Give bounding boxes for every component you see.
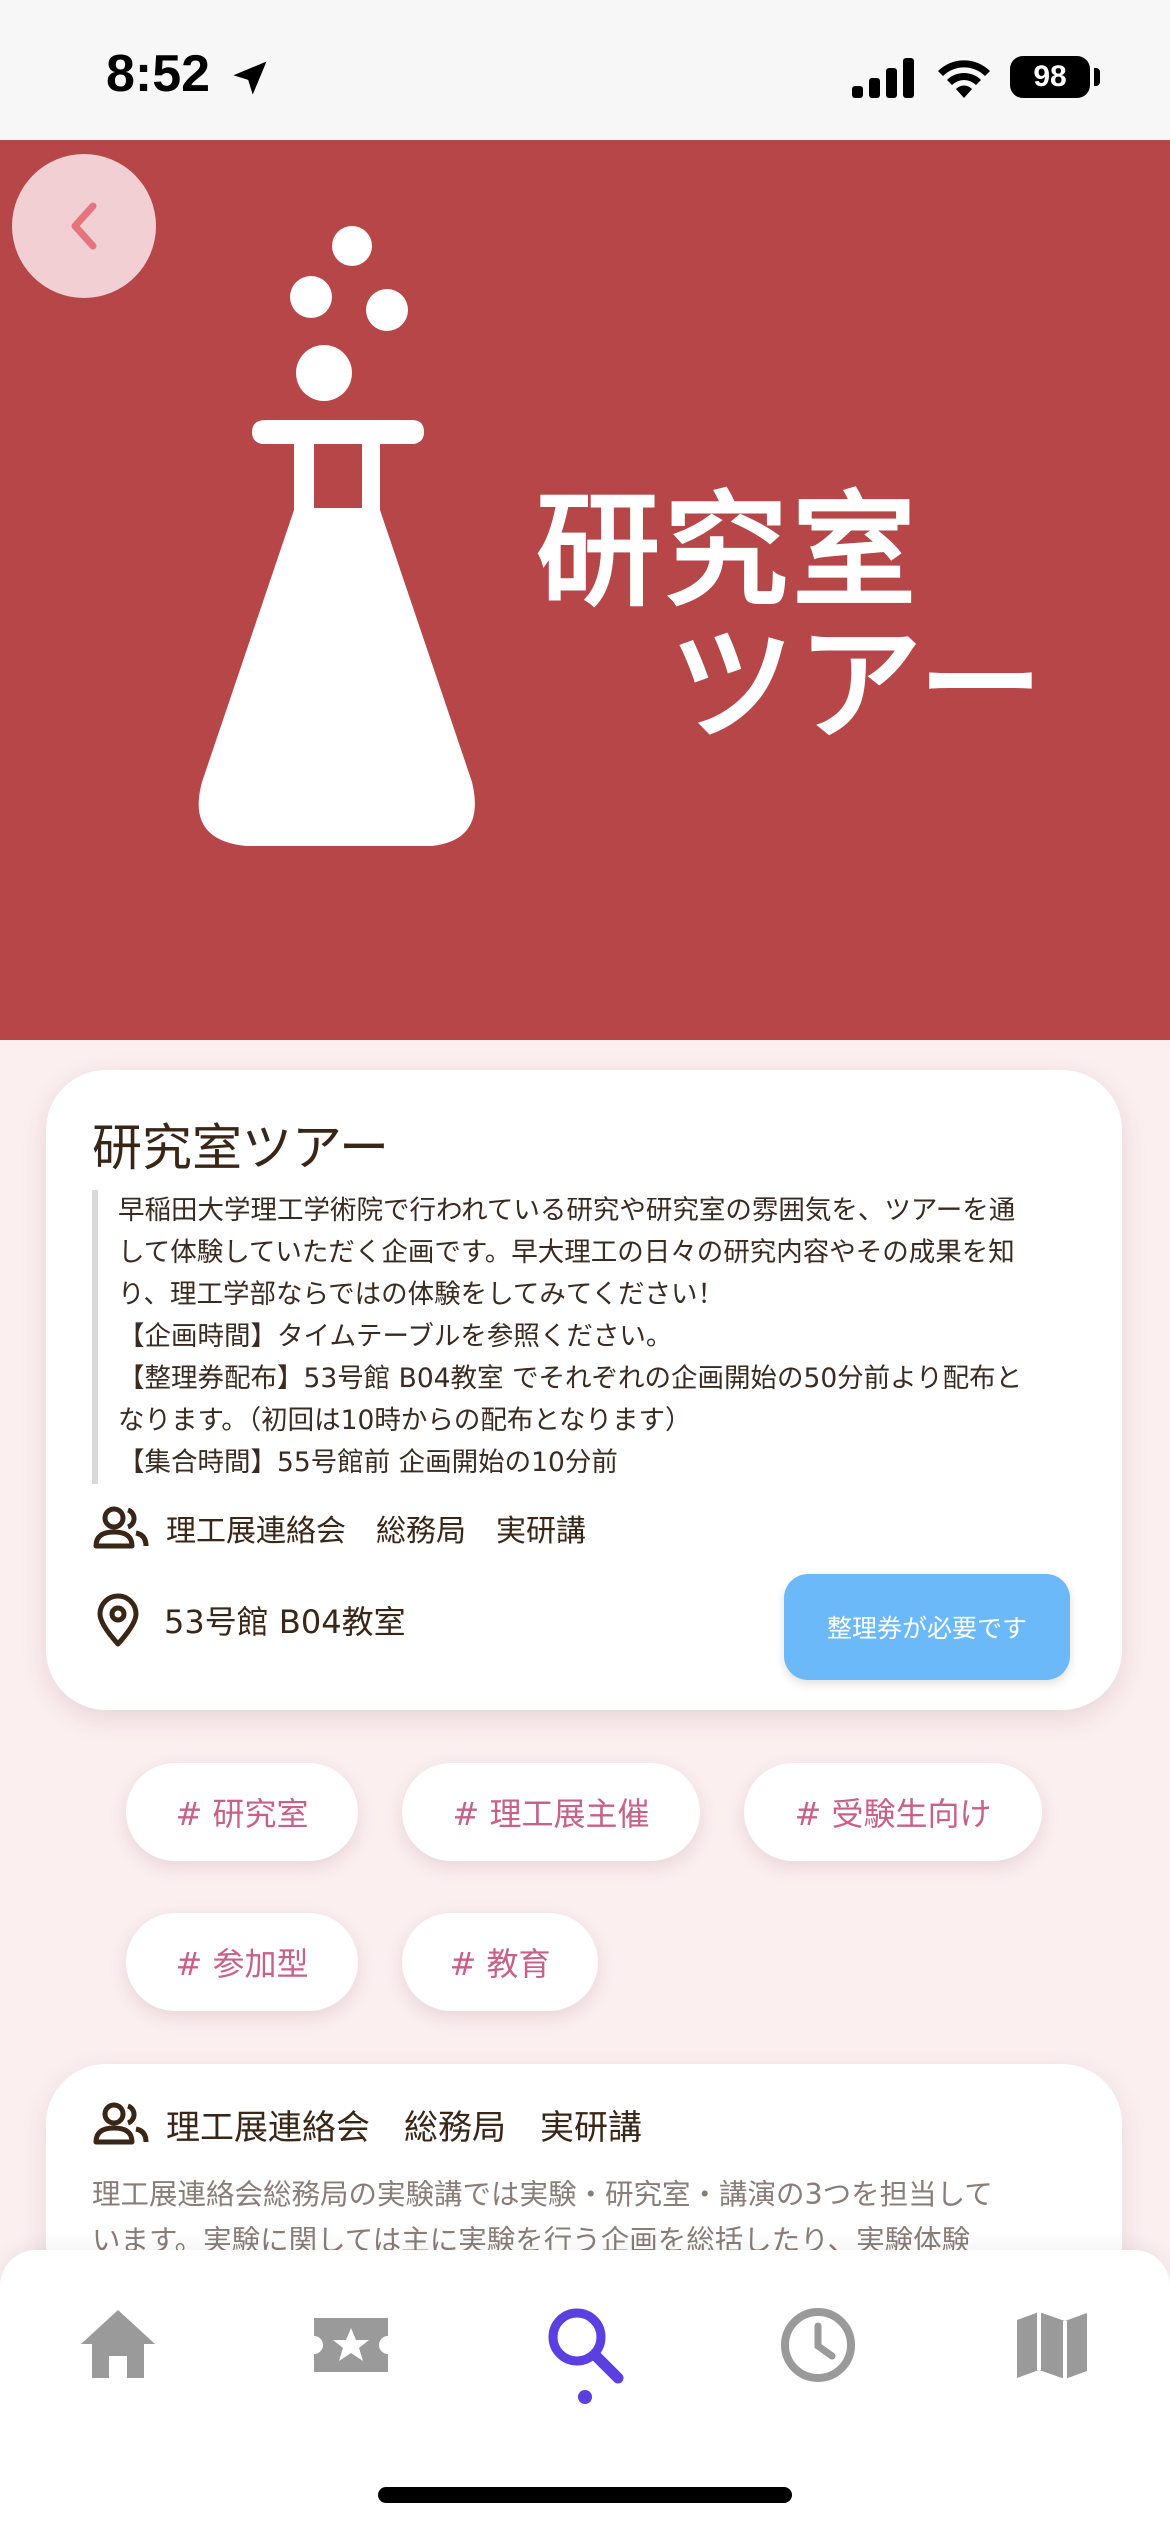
organizer-row: 理工展連絡会 総務局 実研講 [92,1502,586,1554]
chevron-left-icon [71,202,97,250]
people-icon [93,2102,149,2145]
home-icon [81,2310,155,2378]
organizer-description-line: 理工展連絡会総務局の実験講では実験・研究室・講演の3つを担当して [92,2178,993,2211]
tab-search[interactable] [530,2290,640,2400]
event-description: 早稲田大学理工学術院で行われている研究や研究室の雰囲気を、ツアーを通 して体験し… [92,1190,1092,1484]
event-title: 研究室ツアー [92,1119,389,1177]
search-icon [548,2308,624,2384]
organizer-card-name: 理工展連絡会 総務局 実研講 [166,2107,642,2148]
status-bar: 8:52 98 [0,0,1170,140]
people-icon [93,1506,149,1549]
map-icon [1017,2312,1087,2379]
tab-favorites[interactable] [296,2290,406,2400]
tag-chip[interactable]: # 受験生向け [744,1763,1042,1861]
organizer-card-header: 理工展連絡会 総務局 実研講 [92,2096,642,2152]
hero-banner: 研究室 ツアー [0,140,1170,1040]
tag-chip[interactable]: # 教育 [402,1913,598,2011]
description-line: 早稲田大学理工学術院で行われている研究や研究室の雰囲気を、ツアーを通 [118,1195,1016,1226]
battery-nub [1094,68,1100,86]
tag-chip[interactable]: # 理工展主催 [402,1763,700,1861]
location-pin-icon [97,1593,139,1647]
event-detail-card: 研究室ツアー 早稲田大学理工学術院で行われている研究や研究室の雰囲気を、ツアーを… [46,1070,1122,1710]
active-tab-indicator [578,2390,592,2404]
back-button[interactable] [12,154,156,298]
tab-home[interactable] [63,2290,173,2400]
description-line: 【企画時間】タイムテーブルを参照ください。 [118,1321,673,1352]
hero-title-line2: ツアー [670,614,1047,758]
home-indicator [378,2487,792,2503]
tag-chip[interactable]: # 研究室 [126,1763,358,1861]
cellular-signal-icon [852,58,914,98]
tab-map[interactable] [997,2290,1107,2400]
organizer-name: 理工展連絡会 総務局 実研講 [166,1514,586,1549]
description-line: り、理工学部ならではの体験をしてみてください！ [118,1279,725,1310]
battery-indicator: 98 [1010,56,1090,98]
tab-timetable[interactable] [763,2290,873,2400]
description-line: 【集合時間】55号館前 企画開始の10分前 [118,1447,618,1478]
ticket-required-button[interactable]: 整理券が必要です [784,1574,1070,1680]
description-line: 【整理券配布】53号館 B04教室 でそれぞれの企画開始の50分前より配布と [118,1363,1023,1394]
wifi-icon [938,60,990,98]
location-text: 53号館 B04教室 [164,1603,406,1641]
status-time: 8:52 [106,45,211,103]
description-line: なります。（初回は10時からの配布となります） [118,1405,692,1436]
clock-icon [781,2308,855,2382]
location-row: 53号館 B04教室 [92,1590,406,1650]
location-arrow-icon [233,61,267,95]
tag-chip[interactable]: # 参加型 [126,1913,358,2011]
ticket-star-icon [314,2318,388,2372]
description-line: して体験していただく企画です。早大理工の日々の研究内容やその成果を知 [118,1237,1015,1268]
